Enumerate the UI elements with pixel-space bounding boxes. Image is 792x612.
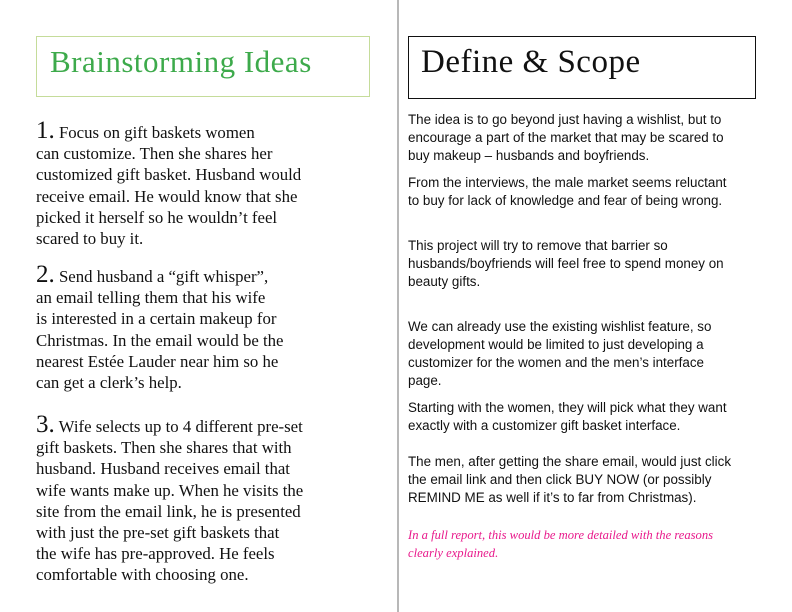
idea-text: wife wants make up. When he visits the xyxy=(36,480,304,500)
idea-text: customized gift basket. Husband would xyxy=(36,165,302,185)
idea-line: comfortable with choosing one. xyxy=(36,564,376,585)
idea-line: nearest Estée Lauder near him so he xyxy=(36,351,376,372)
idea-line: receive email. He would know that she xyxy=(36,186,376,207)
idea-line: Christmas. In the email would be the xyxy=(36,330,376,351)
idea-text: can get a clerk’s help. xyxy=(36,373,182,393)
idea-text: husband. Husband receives email that xyxy=(36,459,290,479)
idea-text: Wife selects up to 4 different pre-set xyxy=(58,417,303,436)
idea-line: scared to buy it. xyxy=(36,228,376,249)
scope-line: buy makeup – husbands and boyfriends. xyxy=(408,148,650,163)
idea-line: can get a clerk’s help. xyxy=(36,372,376,393)
note-line: clearly explained. xyxy=(408,546,499,560)
scope-line: We can already use the existing wishlist… xyxy=(408,319,712,334)
idea-line: the wife has pre-approved. He feels xyxy=(36,543,376,564)
scope-paragraph: This project will try to remove that bar… xyxy=(408,237,758,291)
idea-line: is interested in a certain makeup for xyxy=(36,308,376,329)
idea-text: can customize. Then she shares her xyxy=(36,144,273,164)
scope-line: From the interviews, the male market see… xyxy=(408,175,727,190)
scope-line: REMIND ME as well if it’s to far from Ch… xyxy=(408,490,697,505)
idea-text: picked it herself so he wouldn’t feel xyxy=(36,207,278,227)
idea-text: Send husband a “gift whisper”, xyxy=(58,267,269,286)
idea-text: nearest Estée Lauder near him so he xyxy=(36,351,279,371)
note-line: In a full report, this would be more det… xyxy=(408,528,714,542)
idea-line: an email telling them that his wife xyxy=(36,287,376,308)
idea-number: 2. xyxy=(36,261,55,288)
idea-text: site from the email link, he is presente… xyxy=(36,501,301,521)
scope-line: This project will try to remove that bar… xyxy=(408,238,668,253)
idea-text: an email telling them that his wife xyxy=(36,288,266,308)
report-note: In a full report, this would be more det… xyxy=(408,526,713,562)
idea-item: 3. Wife selects up to 4 different pre-se… xyxy=(36,411,376,586)
scope-paragraph: The idea is to go beyond just having a w… xyxy=(408,111,758,165)
idea-line: can customize. Then she shares her xyxy=(36,143,376,164)
brainstorming-title: Brainstorming Ideas xyxy=(50,44,312,79)
scope-line: page. xyxy=(408,373,442,388)
idea-text: with just the pre-set gift baskets that xyxy=(36,523,280,543)
idea-text: gift baskets. Then she shares that with xyxy=(36,438,292,458)
define-scope-title: Define & Scope xyxy=(421,44,641,80)
scope-line: development would be limited to just dev… xyxy=(408,337,704,352)
idea-text: Christmas. In the email would be the xyxy=(36,330,284,350)
scope-paragraph: From the interviews, the male market see… xyxy=(408,174,758,210)
idea-number: 1. xyxy=(36,117,55,144)
idea-text: Focus on gift baskets women xyxy=(58,123,255,142)
idea-line: 2. Send husband a “gift whisper”, xyxy=(36,261,376,288)
idea-text: comfortable with choosing one. xyxy=(36,565,249,585)
scope-line: customizer for the women and the men’s i… xyxy=(408,355,704,370)
idea-line: site from the email link, he is presente… xyxy=(36,501,376,522)
idea-text: is interested in a certain makeup for xyxy=(36,309,277,329)
idea-line: picked it herself so he wouldn’t feel xyxy=(36,207,376,228)
idea-item: 1. Focus on gift baskets women can custom… xyxy=(36,117,376,249)
idea-line: husband. Husband receives email that xyxy=(36,458,376,479)
idea-number: 3. xyxy=(36,411,55,438)
idea-line: customized gift basket. Husband would xyxy=(36,164,376,185)
scope-paragraph: We can already use the existing wishlist… xyxy=(408,318,758,390)
idea-line: gift baskets. Then she shares that with xyxy=(36,437,376,458)
scope-line: husbands/boyfriends will feel free to sp… xyxy=(408,256,724,271)
scope-line: The men, after getting the share email, … xyxy=(408,454,732,469)
scope-paragraph: Starting with the women, they will pick … xyxy=(408,399,758,435)
idea-text: scared to buy it. xyxy=(36,229,144,249)
scope-line: exactly with a customizer gift basket in… xyxy=(408,418,681,433)
idea-line: wife wants make up. When he visits the xyxy=(36,480,376,501)
idea-text: the wife has pre-approved. He feels xyxy=(36,544,275,564)
scope-line: beauty gifts. xyxy=(408,274,481,289)
idea-text: receive email. He would know that she xyxy=(36,186,298,206)
column-divider xyxy=(397,0,399,612)
idea-line: 1. Focus on gift baskets women xyxy=(36,117,376,144)
scope-line: Starting with the women, they will pick … xyxy=(408,400,727,415)
scope-line: to buy for lack of knowledge and fear of… xyxy=(408,193,723,208)
scope-paragraph: The men, after getting the share email, … xyxy=(408,453,758,507)
scope-line: The idea is to go beyond just having a w… xyxy=(408,112,722,127)
idea-line: 3. Wife selects up to 4 different pre-se… xyxy=(36,411,376,438)
idea-item: 2. Send husband a “gift whisper”, an emai… xyxy=(36,261,376,393)
scope-line: encourage a part of the market that may … xyxy=(408,130,724,145)
idea-line: with just the pre-set gift baskets that xyxy=(36,522,376,543)
scope-line: the email link and then click BUY NOW (o… xyxy=(408,472,712,487)
